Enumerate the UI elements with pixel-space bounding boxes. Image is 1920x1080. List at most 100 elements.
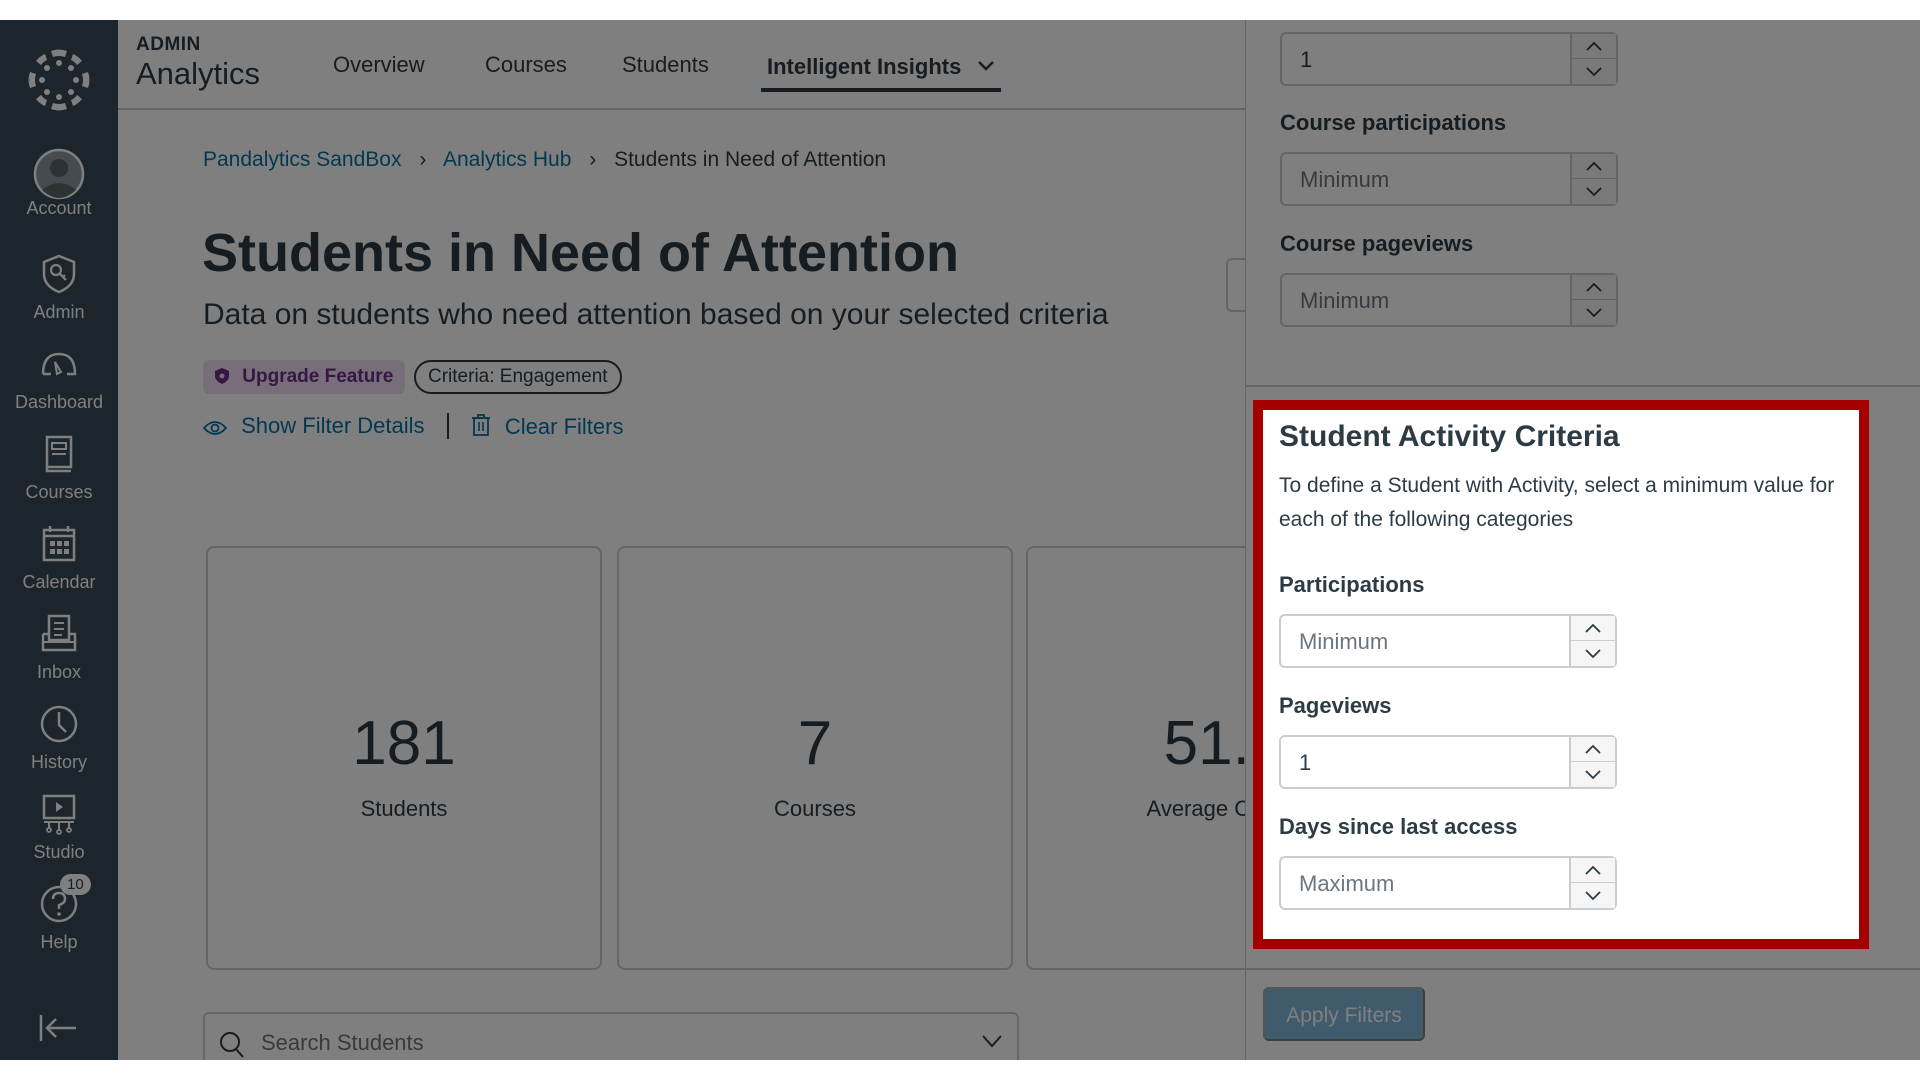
global-navigation: Account Admin Dashboard Courses Calendar [0,20,118,1060]
screen: Account Admin Dashboard Courses Calendar [0,20,1920,1060]
stepper-arrows [1569,616,1615,666]
nav-calendar-label: Calendar [22,572,96,592]
tab-courses[interactable]: Courses [485,52,567,78]
chevron-down-icon[interactable] [981,1034,1003,1053]
filter-actions: Show Filter Details Clear Filters [202,412,624,440]
link-divider [446,413,449,440]
days-since-last-access-label: Days since last access [1279,814,1518,839]
nav-admin-label: Admin [33,302,85,322]
nav-studio-label: Studio [33,842,85,862]
admin-shield-key-icon [37,252,81,296]
courses-book-icon [37,432,81,476]
criteria-pill: Criteria: Engagement [414,360,622,394]
collapse-arrow-icon[interactable] [38,1013,78,1043]
top-number-value: 1 [1300,47,1313,72]
increment-arrow-icon[interactable] [1572,275,1616,300]
stat-value: 181 [352,709,456,778]
breadcrumb: Pandalytics SandBox › Analytics Hub › St… [203,148,886,172]
search-students-combobox[interactable]: Search Students [203,1012,1019,1060]
nav-dashboard-label: Dashboard [14,392,104,412]
breadcrumb-current-page: Students in Need of Attention [614,148,887,171]
nav-help[interactable]: 10 Help [0,874,118,953]
show-filter-details-link[interactable]: Show Filter Details [202,413,425,439]
nav-dashboard[interactable]: Dashboard [0,342,118,413]
history-clock-icon [37,702,81,746]
stepper-arrows [1570,154,1616,204]
top-number-input[interactable]: 1 [1280,32,1618,86]
decrement-arrow-icon[interactable] [1571,883,1615,908]
nav-courses-label: Courses [25,482,93,502]
days-since-last-access-placeholder: Maximum [1299,871,1395,896]
course-participations-input[interactable]: Minimum [1280,152,1618,206]
stat-label: Courses [774,796,856,821]
apply-filters-button[interactable]: Apply Filters [1263,987,1425,1041]
stepper-arrows [1569,858,1615,908]
calendar-icon [37,522,81,566]
account-avatar-icon [33,148,85,200]
tab-intelligent-insights-label: Intelligent Insights [767,54,962,79]
breadcrumb-separator: › [419,148,427,171]
pageviews-input[interactable]: 1 [1279,735,1617,789]
studio-icon [37,792,81,836]
course-pageviews-input[interactable]: Minimum [1280,273,1618,327]
participations-input[interactable]: Minimum [1279,614,1617,668]
days-since-last-access-input[interactable]: Maximum [1279,856,1617,910]
decrement-arrow-icon[interactable] [1572,59,1616,84]
help-notification-badge: 10 [60,874,91,895]
increment-arrow-icon[interactable] [1571,616,1615,641]
app-header: ADMIN Analytics Overview Courses Student… [118,20,1245,110]
tab-overview[interactable]: Overview [333,52,425,78]
decrement-arrow-icon[interactable] [1572,300,1616,325]
nav-inbox[interactable]: Inbox [0,612,118,683]
canvas-logo-icon[interactable] [27,48,91,112]
increment-arrow-icon[interactable] [1572,34,1616,59]
eye-icon [202,421,228,436]
nav-calendar[interactable]: Calendar [0,522,118,593]
clear-filters-label: Clear Filters [504,413,624,439]
course-pageviews-label: Course pageviews [1280,231,1474,256]
stepper-arrows [1569,737,1615,787]
panel-divider [1246,385,1920,387]
nav-account[interactable]: Account [0,148,118,219]
trash-icon [471,413,490,436]
stepper-arrows [1570,275,1616,325]
decrement-arrow-icon[interactable] [1571,641,1615,666]
page-subtitle: Data on students who need attention base… [203,298,1109,331]
decrement-arrow-icon[interactable] [1572,179,1616,204]
upgrade-feature-label: Upgrade Feature [242,366,394,387]
course-participations-label: Course participations [1280,110,1507,135]
participations-label: Participations [1279,572,1425,597]
nav-history[interactable]: History [0,702,118,773]
nav-studio[interactable]: Studio [0,792,118,863]
tab-intelligent-insights[interactable]: Intelligent Insights [761,52,1002,92]
nav-history-label: History [30,752,87,772]
search-placeholder: Search Students [261,1030,424,1055]
nav-inbox-label: Inbox [36,662,82,682]
brand-admin-label: ADMIN [136,34,201,55]
increment-arrow-icon[interactable] [1572,154,1616,179]
tab-students[interactable]: Students [622,52,709,78]
panel-footer-divider [1246,968,1920,970]
upgrade-feature-pill: Upgrade Feature [203,360,406,394]
decrement-arrow-icon[interactable] [1571,762,1615,787]
stepper-arrows [1570,34,1616,84]
nav-courses[interactable]: Courses [0,432,118,503]
stat-card-courses: 7 Courses [617,546,1013,970]
stat-value: 7 [797,709,833,778]
breadcrumb-analytics-hub[interactable]: Analytics Hub [443,148,571,171]
clear-filters-link[interactable]: Clear Filters [471,413,624,440]
nav-account-label: Account [26,198,92,218]
increment-arrow-icon[interactable] [1571,737,1615,762]
nav-help-label: Help [40,932,78,952]
main-content: ADMIN Analytics Overview Courses Student… [118,20,1422,1060]
participations-placeholder: Minimum [1299,629,1389,654]
dashboard-gauge-icon [37,342,81,386]
stat-label: Students [360,796,448,821]
page-title: Students in Need of Attention [202,223,959,283]
pageviews-value: 1 [1299,750,1312,775]
breadcrumb-pandalytics-sandbox[interactable]: Pandalytics SandBox [203,148,401,171]
search-icon [219,1031,245,1060]
nav-admin[interactable]: Admin [0,252,118,323]
increment-arrow-icon[interactable] [1571,858,1615,883]
breadcrumb-separator: › [589,148,597,171]
